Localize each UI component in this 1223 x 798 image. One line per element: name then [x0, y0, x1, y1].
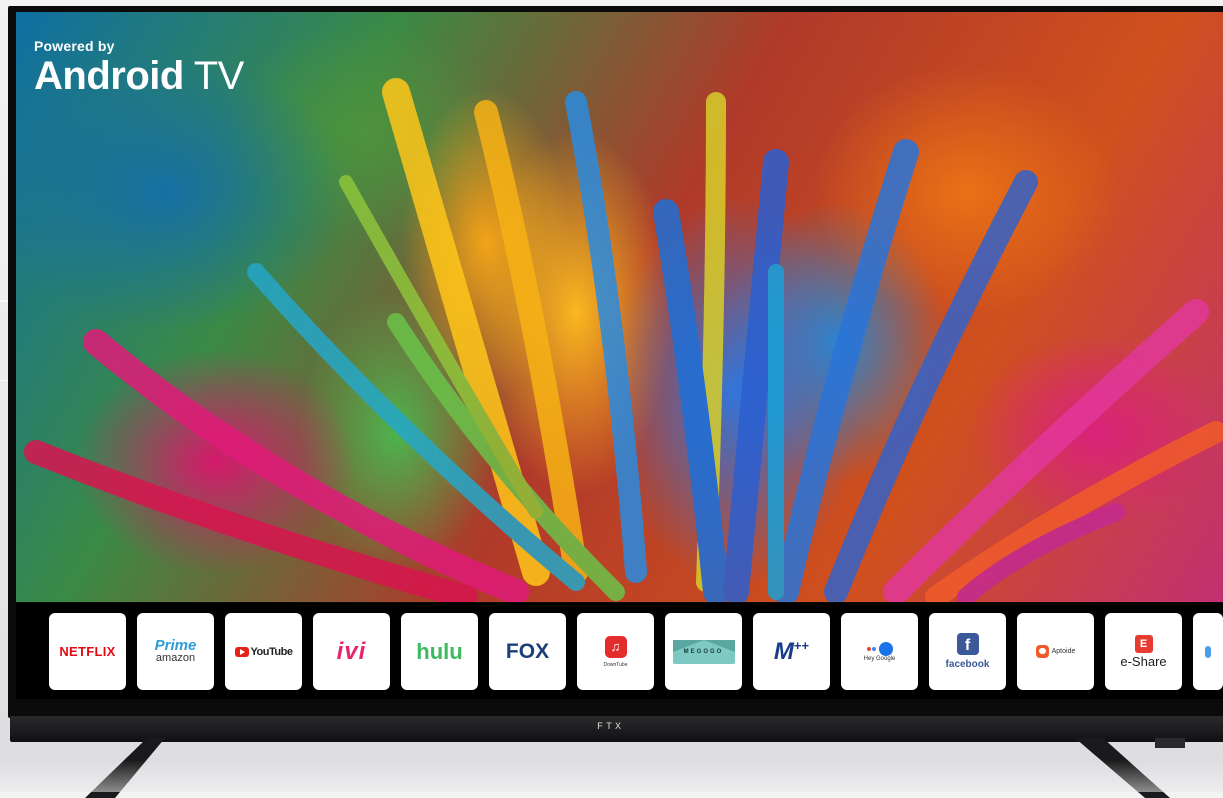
hulu-logo: hulu — [416, 638, 463, 664]
tv-screen: Powered by Android TV — [16, 12, 1223, 602]
hey-google-label: Hey Google — [863, 655, 896, 662]
feather-burst-artwork — [24, 78, 1223, 602]
android-tv-logo: Android TV — [34, 56, 244, 96]
app-tile-e-share[interactable]: E e-Share — [1105, 613, 1182, 690]
android-tv-branding: Powered by Android TV — [34, 38, 244, 96]
app-tile-partial[interactable] — [1193, 613, 1223, 690]
app-tile-hey-google[interactable]: Hey Google — [841, 613, 918, 690]
youtube-logo: YouTube — [250, 645, 293, 658]
tv-word: TV — [193, 54, 245, 98]
amazon-wordmark: amazon — [155, 652, 196, 664]
prime-logo: Prime — [154, 637, 197, 654]
youtube-play-icon — [234, 646, 249, 657]
partial-app-icon — [1205, 645, 1211, 658]
m-plus-plus-logo: M++ — [774, 638, 809, 666]
microphone-icon — [878, 641, 893, 656]
app-tile-m-plus-plus[interactable]: M++ — [753, 613, 830, 690]
plus-plus-mark: ++ — [793, 637, 810, 653]
app-tile-ivi[interactable]: ivi — [313, 613, 390, 690]
app-tile-netflix[interactable]: NETFLIX — [49, 613, 126, 690]
android-word: Android — [34, 54, 184, 98]
tv-bottom-frame: FTX — [10, 716, 1223, 742]
app-tile-aptoide[interactable]: Aptoide — [1017, 613, 1094, 690]
product-photo: { "branding": { "powered_by": "Powered b… — [0, 0, 1223, 798]
e-share-icon: E — [1134, 634, 1153, 653]
app-tile-prime-video[interactable]: Prime amazon — [137, 613, 214, 690]
app-tile-hulu[interactable]: hulu — [401, 613, 478, 690]
ivi-logo: ivi — [336, 637, 367, 665]
e-share-label: e-Share — [1120, 653, 1167, 669]
aptoide-icon — [1035, 645, 1049, 658]
google-dots-icon — [866, 646, 876, 651]
downtube-label: DownTube — [603, 661, 628, 668]
tv-brand-logo: FTX — [597, 722, 625, 733]
megogo-logo: MEGOGO — [672, 639, 735, 664]
app-tile-facebook[interactable]: f facebook — [929, 613, 1006, 690]
app-tile-megogo[interactable]: MEGOGO — [665, 613, 742, 690]
m-letter: M — [773, 637, 794, 665]
floor-reflection — [0, 760, 1223, 792]
app-tile-fox[interactable]: FOX — [489, 613, 566, 690]
facebook-f-icon: f — [956, 633, 979, 655]
music-note-icon: ♫ — [604, 635, 627, 658]
fox-logo: FOX — [505, 639, 550, 663]
app-tile-youtube[interactable]: YouTube — [225, 613, 302, 690]
netflix-logo: NETFLIX — [59, 644, 116, 659]
aptoide-label: Aptoide — [1051, 648, 1076, 655]
megogo-label: MEGOGO — [683, 648, 724, 655]
app-launcher-row: NETFLIX Prime amazon YouTube ivi hulu FO… — [16, 603, 1223, 699]
facebook-label: facebook — [945, 659, 990, 670]
powered-by-label: Powered by — [34, 38, 115, 54]
app-tile-downtube[interactable]: ♫ DownTube — [577, 613, 654, 690]
